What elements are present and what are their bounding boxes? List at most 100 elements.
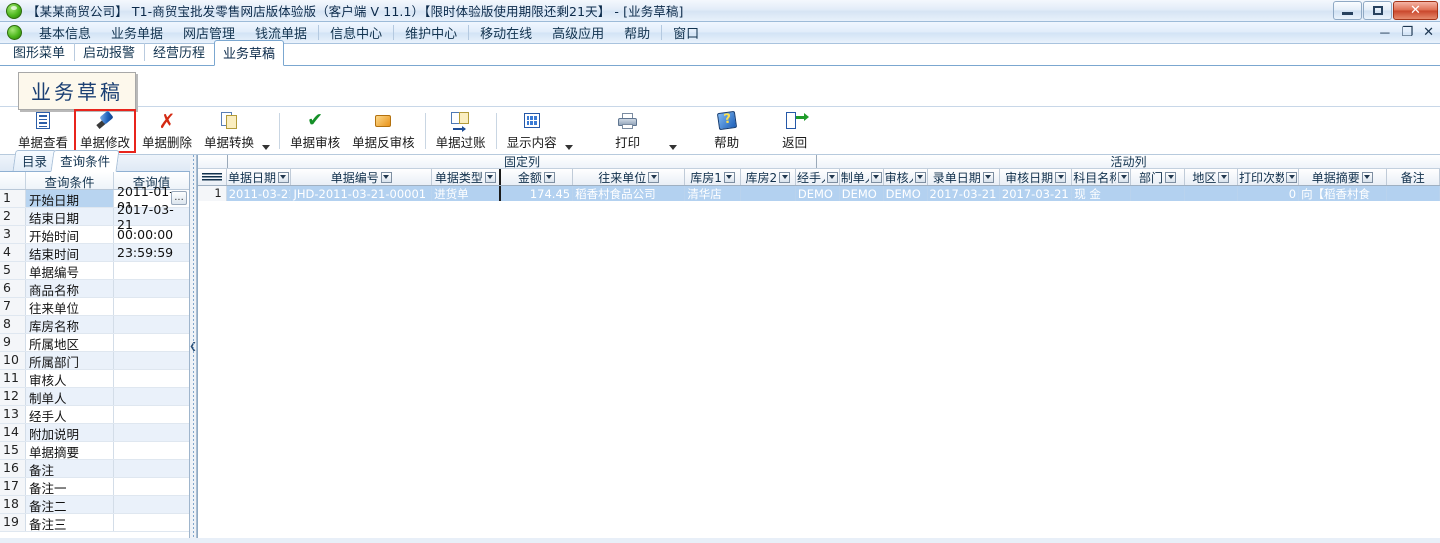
query-value-cell[interactable] — [114, 460, 189, 477]
menu-item-help[interactable]: 帮助 — [614, 21, 660, 44]
table-cell[interactable]: 稻香村食品公司 — [573, 186, 686, 201]
table-cell[interactable]: JHD-2011-03-21-00001 — [291, 186, 433, 201]
grid-column-header[interactable]: 单据日期 — [227, 169, 292, 185]
minimize-button[interactable] — [1333, 1, 1362, 20]
query-value-cell[interactable] — [114, 370, 189, 387]
query-value-cell[interactable] — [114, 262, 189, 279]
grid-column-header[interactable]: 审核日期 — [1000, 169, 1073, 185]
table-cell[interactable] — [1386, 186, 1440, 201]
menu-item-advanced-app[interactable]: 高级应用 — [542, 21, 614, 44]
query-condition-row[interactable]: 16 备注 — [0, 460, 189, 478]
query-value-cell[interactable]: 00:00:00 — [114, 226, 189, 243]
query-condition-row[interactable]: 19 备注三 — [0, 514, 189, 532]
grid-column-header[interactable]: 单据编号 — [291, 169, 433, 185]
tab-graphic-menu[interactable]: 图形菜单 — [4, 39, 74, 65]
grid-select-all-icon[interactable] — [198, 169, 227, 185]
table-cell[interactable]: 2017-03-21 — [999, 186, 1073, 201]
query-condition-row[interactable]: 8 库房名称 — [0, 316, 189, 334]
table-cell[interactable]: 2011-03-21 — [226, 186, 292, 201]
column-filter-dropdown-icon[interactable] — [1218, 171, 1230, 183]
table-cell[interactable] — [1131, 186, 1185, 201]
doc-audit-button[interactable]: ✔ 单据审核 — [284, 109, 346, 153]
grid-column-header[interactable]: 审核人 — [884, 169, 928, 185]
grid-column-header[interactable]: 部门 — [1131, 169, 1185, 185]
mdi-restore-button[interactable]: ❐ — [1401, 25, 1413, 40]
grid-column-header[interactable]: 往来单位 — [573, 169, 686, 185]
menu-item-window[interactable]: 窗口 — [663, 21, 709, 44]
query-value-cell[interactable] — [114, 406, 189, 423]
column-filter-dropdown-icon[interactable] — [1361, 171, 1373, 183]
panel-splitter[interactable]: ❮ — [189, 155, 197, 538]
tab-startup-alarm[interactable]: 启动报警 — [74, 39, 144, 65]
table-cell[interactable]: 174.45 — [500, 186, 574, 201]
column-filter-dropdown-icon[interactable] — [826, 171, 838, 183]
column-filter-dropdown-icon[interactable] — [1286, 171, 1298, 183]
grid-column-header[interactable]: 打印次数 — [1238, 169, 1300, 185]
query-condition-row[interactable]: 13 经手人 — [0, 406, 189, 424]
column-filter-dropdown-icon[interactable] — [914, 171, 926, 183]
query-value-cell[interactable] — [114, 316, 189, 333]
grid-column-header[interactable]: 制单人 — [840, 169, 884, 185]
grid-column-header[interactable]: 单据摘要 — [1299, 169, 1387, 185]
display-content-button[interactable]: 显示内容 — [501, 109, 563, 153]
column-filter-dropdown-icon[interactable] — [277, 171, 289, 183]
table-cell[interactable]: 进货单 — [432, 186, 501, 201]
query-value-cell[interactable] — [114, 478, 189, 495]
doc-edit-button[interactable]: 单据修改 — [74, 108, 137, 153]
doc-convert-dropdown-icon[interactable] — [262, 145, 271, 150]
column-filter-dropdown-icon[interactable] — [648, 171, 660, 183]
query-condition-row[interactable]: 10 所属部门 — [0, 352, 189, 370]
doc-unaudit-button[interactable]: 单据反审核 — [346, 109, 421, 153]
maximize-button[interactable] — [1363, 1, 1392, 20]
query-condition-row[interactable]: 3 开始时间 00:00:00 — [0, 226, 189, 244]
query-value-cell[interactable] — [114, 514, 189, 531]
menu-item-info-center[interactable]: 信息中心 — [320, 21, 392, 44]
menu-item-mobile-online[interactable]: 移动在线 — [470, 21, 542, 44]
table-cell[interactable] — [1184, 186, 1239, 201]
grid-column-header[interactable]: 库房1 — [685, 169, 741, 185]
query-condition-row[interactable]: 7 往来单位 — [0, 298, 189, 316]
column-filter-dropdown-icon[interactable] — [484, 171, 496, 183]
query-value-cell[interactable] — [114, 388, 189, 405]
panel-tab-catalog[interactable]: 目录 — [12, 150, 57, 171]
grid-column-header[interactable]: 科目名称 — [1072, 169, 1132, 185]
query-condition-row[interactable]: 12 制单人 — [0, 388, 189, 406]
table-cell[interactable]: 0 — [1238, 186, 1300, 201]
return-button[interactable]: 返回 — [768, 109, 822, 153]
close-button[interactable]: ✕ — [1393, 1, 1438, 20]
query-condition-row[interactable]: 17 备注一 — [0, 478, 189, 496]
display-content-dropdown-icon[interactable] — [564, 145, 573, 150]
table-row[interactable]: 1 2011-03-21 JHD-2011-03-21-00001 进货单 174.45… — [198, 186, 1440, 201]
query-condition-row[interactable]: 15 单据摘要 — [0, 442, 189, 460]
column-filter-dropdown-icon[interactable] — [543, 171, 555, 183]
menu-item-maintenance-center[interactable]: 维护中心 — [395, 21, 467, 44]
tab-business-draft[interactable]: 业务草稿 — [214, 40, 285, 66]
query-condition-row[interactable]: 9 所属地区 — [0, 334, 189, 352]
doc-post-button[interactable]: 单据过账 — [430, 109, 492, 153]
table-cell[interactable]: DEMO — [839, 186, 884, 201]
query-value-cell[interactable] — [114, 280, 189, 297]
column-filter-dropdown-icon[interactable] — [380, 171, 392, 183]
table-cell[interactable]: DEMO — [795, 186, 840, 201]
query-condition-row[interactable]: 6 商品名称 — [0, 280, 189, 298]
query-condition-row[interactable]: 18 备注二 — [0, 496, 189, 514]
grid-column-header[interactable]: 录单日期 — [928, 169, 1000, 185]
table-cell[interactable]: DEMO — [883, 186, 928, 201]
grid-column-header[interactable]: 备注 — [1387, 169, 1440, 185]
grid-column-header[interactable]: 经手人 — [796, 169, 840, 185]
column-filter-dropdown-icon[interactable] — [982, 171, 994, 183]
query-value-cell[interactable] — [114, 298, 189, 315]
query-value-cell[interactable] — [114, 352, 189, 369]
panel-tab-query-conditions[interactable]: 查询条件 — [50, 150, 120, 172]
tab-business-history[interactable]: 经营历程 — [144, 39, 214, 65]
query-value-cell[interactable] — [114, 442, 189, 459]
print-dropdown-icon[interactable] — [668, 145, 677, 150]
query-value-cell[interactable] — [114, 334, 189, 351]
mdi-minimize-button[interactable]: － — [1378, 23, 1391, 42]
query-condition-row[interactable]: 4 结束时间 23:59:59 — [0, 244, 189, 262]
query-value-cell[interactable]: 2017-03-21 — [114, 202, 189, 232]
table-cell[interactable]: 向【稻香村食 — [1299, 186, 1387, 201]
table-cell[interactable] — [740, 186, 796, 201]
print-button[interactable]: 打印 — [601, 109, 655, 153]
query-value-cell[interactable] — [114, 496, 189, 513]
